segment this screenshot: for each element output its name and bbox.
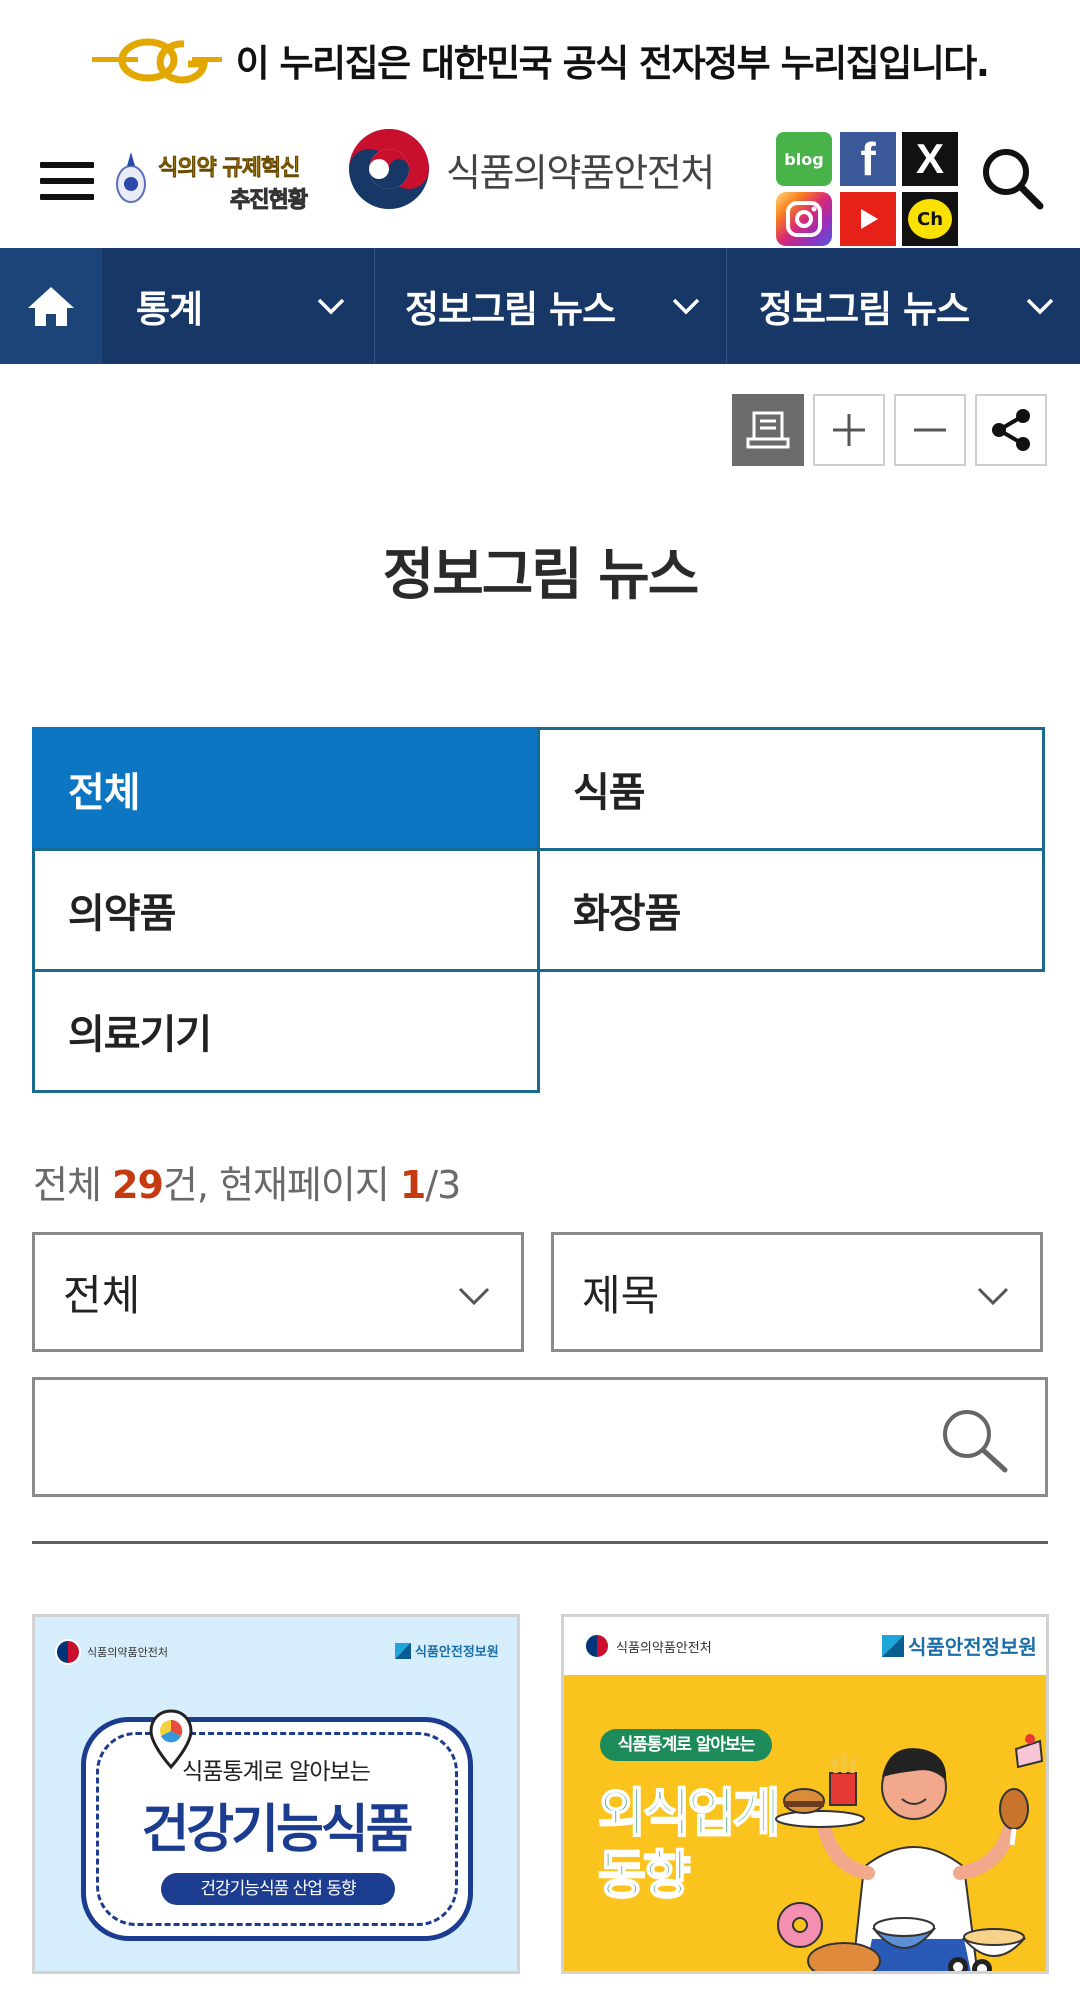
facebook-icon[interactable]: f xyxy=(840,132,896,186)
mfds-logo[interactable]: 식품의약품안전처 xyxy=(346,126,715,212)
search-icon[interactable] xyxy=(939,1406,1009,1474)
tab-medical-devices[interactable]: 의료기기 xyxy=(32,969,540,1093)
regulation-innovation-banner[interactable]: 식의약 규제혁신 추진현황 xyxy=(108,142,328,222)
search-input[interactable] xyxy=(59,1400,939,1476)
gov-banner-text: 이 누리집은 대한민국 공식 전자정부 누리집입니다. xyxy=(235,42,990,85)
tab-food[interactable]: 식품 xyxy=(537,727,1045,851)
zoom-in-button[interactable] xyxy=(813,394,885,466)
current-page: 1 xyxy=(399,1163,426,1207)
divider xyxy=(32,1541,1048,1544)
promo-line1: 식의약 규제혁신 xyxy=(158,156,301,182)
page-title: 정보그림 뉴스 xyxy=(382,543,700,608)
zoom-out-button[interactable] xyxy=(894,394,966,466)
nav-item-infographic-news[interactable]: 정보그림 뉴스 xyxy=(374,248,726,364)
chevron-down-icon xyxy=(1026,298,1054,315)
main-navigation: 통계 정보그림 뉴스 정보그림 뉴스 xyxy=(0,248,1080,364)
card-tag: 식품통계로 알아보는 xyxy=(600,1729,772,1761)
blog-icon[interactable]: blog xyxy=(776,132,832,186)
emblem-icon xyxy=(116,152,146,203)
home-icon[interactable] xyxy=(0,248,102,364)
org-name: 식품의약품안전처 xyxy=(446,150,715,195)
print-button[interactable] xyxy=(732,394,804,466)
nav-item-infographic-news-sub[interactable]: 정보그림 뉴스 xyxy=(726,248,1080,364)
mfds-mini-logo: 식품의약품안전처 xyxy=(55,1639,168,1665)
share-icon xyxy=(992,409,1030,451)
promo-line2: 추진현황 xyxy=(230,188,309,214)
search-field-value: 제목 xyxy=(582,1270,660,1320)
kakao-channel-icon[interactable]: Ch xyxy=(902,192,958,246)
search-box xyxy=(32,1377,1048,1497)
result-count: 전체 29건, 현재페이지 1/3 xyxy=(33,1163,461,1207)
taegeuk-icon xyxy=(349,129,429,209)
site-header: 식의약 규제혁신 추진현황 식품의약품안전처 blog f X Ch xyxy=(0,120,1080,248)
card-tag: 건강기능식품 산업 동향 xyxy=(161,1873,395,1905)
hamburger-menu-icon[interactable] xyxy=(40,156,94,206)
nfsi-icon xyxy=(882,1634,904,1657)
search-icon[interactable] xyxy=(978,144,1046,212)
share-button[interactable] xyxy=(975,394,1047,466)
news-card-restaurant-industry[interactable]: 식품의약품안전처 식품안전정보원 식품통계로 알아보는 외식업계 동향 xyxy=(561,1614,1049,1974)
nav-label: 통계 xyxy=(136,288,203,331)
nfsi-icon xyxy=(395,1642,411,1659)
instagram-icon[interactable] xyxy=(776,192,832,246)
plus-icon xyxy=(833,414,865,446)
tab-all[interactable]: 전체 xyxy=(32,727,540,851)
news-card-health-food[interactable]: 식품의약품안전처 식품안전정보원 식품통계로 알아보는 건강기능식품 건강기능식… xyxy=(32,1614,520,1974)
search-field-select[interactable]: 제목 xyxy=(551,1232,1043,1352)
chevron-down-icon xyxy=(458,1287,490,1306)
nav-label: 정보그림 뉴스 xyxy=(759,288,970,331)
chevron-down-icon xyxy=(317,298,345,315)
sns-links: blog f X Ch xyxy=(776,132,958,248)
category-select-value: 전체 xyxy=(63,1270,141,1320)
card-title: 건강기능식품 xyxy=(141,1800,413,1860)
category-select[interactable]: 전체 xyxy=(32,1232,524,1352)
person-with-food-illustration xyxy=(775,1734,1044,1971)
nav-label: 정보그림 뉴스 xyxy=(405,288,616,331)
print-icon xyxy=(746,411,790,449)
youtube-icon[interactable] xyxy=(840,192,896,246)
tab-drugs[interactable]: 의약품 xyxy=(32,848,540,972)
card-subtitle: 식품통계로 알아보는 xyxy=(182,1759,371,1785)
egov-logo-icon xyxy=(91,38,222,84)
mfds-mini-logo: 식품의약품안전처 xyxy=(584,1633,712,1659)
x-icon[interactable]: X xyxy=(902,132,958,186)
chevron-down-icon xyxy=(977,1287,1009,1306)
page-tools xyxy=(732,394,1047,466)
total-count: 29 xyxy=(112,1163,164,1207)
taegeuk-icon xyxy=(55,1639,81,1665)
nfsi-mini-logo: 식품안전정보원 xyxy=(882,1631,1037,1660)
nav-item-statistics[interactable]: 통계 xyxy=(102,248,374,364)
tab-cosmetics[interactable]: 화장품 xyxy=(537,848,1045,972)
gov-banner: 이 누리집은 대한민국 공식 전자정부 누리집입니다. xyxy=(0,0,1080,120)
taegeuk-icon xyxy=(584,1633,610,1659)
minus-icon xyxy=(914,428,946,432)
nfsi-mini-logo: 식품안전정보원 xyxy=(395,1641,499,1660)
chevron-down-icon xyxy=(672,298,700,315)
card-title-line2: 동향 xyxy=(597,1845,692,1907)
